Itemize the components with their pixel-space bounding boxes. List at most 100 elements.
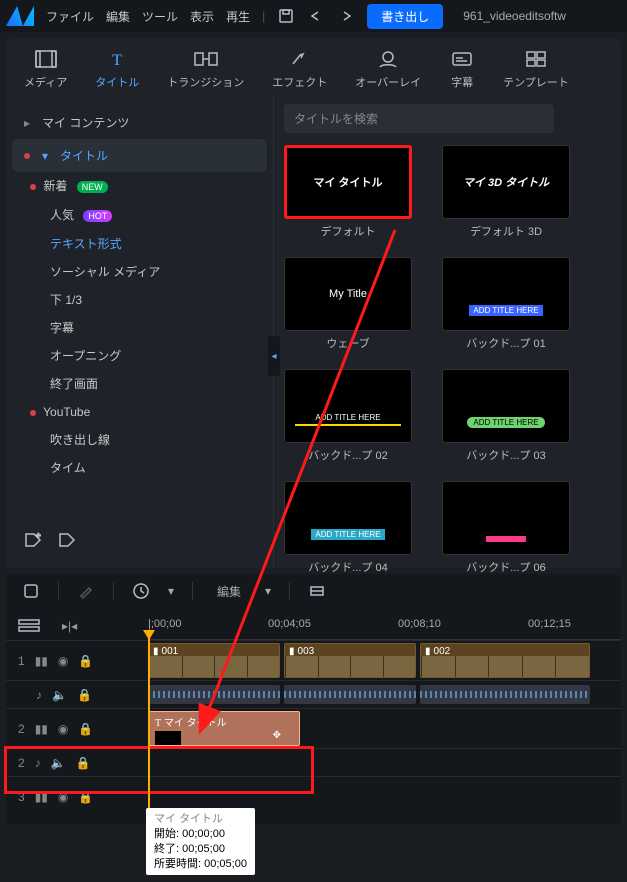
sidebar: ▸ マイ コンテンツ ▾ タイトル 新着 NEW 人気 HOT テキスト形式 ソ… (6, 96, 274, 568)
video-clip[interactable]: ▮001 (148, 643, 280, 678)
brush-tool-icon[interactable] (77, 582, 95, 600)
video-track-icon[interactable]: ▮▮ (35, 790, 48, 804)
tab-overlay[interactable]: オーバーレイ (355, 48, 421, 90)
tab-template[interactable]: テンプレート (503, 48, 569, 90)
video-track-icon[interactable]: ▮▮ (35, 722, 48, 736)
tab-transition[interactable]: トランジション (167, 48, 244, 90)
audio-track-icon[interactable]: ♪ (35, 756, 41, 770)
tab-subtitle[interactable]: 字幕 (449, 48, 475, 90)
save-icon[interactable] (277, 7, 295, 25)
mute-icon[interactable]: 🔈 (51, 756, 66, 770)
sidebar-footer: + (6, 522, 273, 558)
chevron-down-icon[interactable]: ▾ (168, 584, 174, 598)
snap-toggle-icon[interactable]: ▸|◂ (62, 619, 77, 633)
track-lane[interactable]: T マイ タイトル ✥ (148, 709, 621, 748)
sidebar-sub-popular[interactable]: 人気 HOT (6, 201, 273, 230)
title-thumb-default[interactable]: マイ タイトル デフォルト (284, 145, 412, 239)
select-tool-icon[interactable] (22, 582, 40, 600)
visibility-icon[interactable]: ◉ (58, 790, 68, 804)
tag-add-icon[interactable]: + (24, 532, 44, 548)
export-button[interactable]: 書き出し (367, 4, 443, 29)
undo-icon[interactable] (307, 7, 325, 25)
sidebar-sub-textstyle[interactable]: テキスト形式 (6, 230, 273, 258)
subtitle-icon (449, 48, 475, 70)
sidebar-sub-youtube[interactable]: YouTube (6, 398, 273, 426)
sidebar-sub-label: テキスト形式 (50, 237, 122, 251)
redo-icon[interactable] (337, 7, 355, 25)
title-thumb-backdrop01[interactable]: ADD TITLE HERE バックド...プ 01 (442, 257, 570, 351)
sidebar-sub-opening[interactable]: オープニング (6, 342, 273, 370)
tab-title[interactable]: T タイトル (95, 48, 139, 90)
sidebar-sub-ending[interactable]: 終了画面 (6, 370, 273, 398)
thumb-label: バックド...プ 01 (466, 335, 545, 351)
title-thumb-default3d[interactable]: マイ 3D タイトル デフォルト 3D (442, 145, 570, 239)
thumb-label: バックド...プ 06 (466, 559, 545, 575)
audio-clip[interactable] (284, 685, 416, 704)
menu-view[interactable]: 表示 (190, 8, 214, 25)
track-video-3: 3 ▮▮ ◉ 🔒 (6, 776, 621, 816)
sidebar-sub-callout[interactable]: 吹き出し線 (6, 426, 273, 454)
media-icon (33, 48, 59, 70)
time-ruler[interactable]: |;00;00 00;04;05 00;08;10 00;12;15 (148, 612, 621, 640)
title-thumb-wave[interactable]: My Title ウェーブ (284, 257, 412, 351)
title-thumb-backdrop02[interactable]: ADD TITLE HERE バックド...プ 02 (284, 369, 412, 463)
menu-divider: | (262, 9, 265, 23)
mute-icon[interactable]: 🔈 (52, 688, 67, 702)
menu-tool[interactable]: ツール (142, 8, 178, 25)
lock-icon[interactable]: 🔒 (78, 790, 93, 804)
lock-icon[interactable]: 🔒 (78, 654, 93, 668)
sidebar-sub-social[interactable]: ソーシャル メディア (6, 258, 273, 286)
sidebar-sub-time[interactable]: タイム (6, 454, 273, 482)
visibility-icon[interactable]: ◉ (58, 722, 68, 736)
sidebar-sub-subtitle[interactable]: 字幕 (6, 314, 273, 342)
keyframe-icon[interactable] (308, 582, 326, 600)
audio-track-icon[interactable]: ♪ (36, 688, 42, 702)
app-logo-icon (6, 6, 34, 26)
tab-media[interactable]: メディア (24, 48, 67, 90)
sidebar-sub-new[interactable]: 新着 NEW (6, 172, 273, 201)
playhead[interactable] (148, 638, 150, 824)
badge-hot: HOT (83, 210, 112, 222)
menu-edit[interactable]: 編集 (106, 8, 130, 25)
title-thumb-backdrop03[interactable]: ADD TITLE HERE バックド...プ 03 (442, 369, 570, 463)
lock-icon[interactable]: 🔒 (78, 722, 93, 736)
thumb-label: デフォルト 3D (470, 223, 542, 239)
sidebar-sub-lower3[interactable]: 下 1/3 (6, 286, 273, 314)
lock-icon[interactable]: 🔒 (77, 688, 92, 702)
visibility-icon[interactable]: ◉ (58, 654, 68, 668)
track-header-icon[interactable] (18, 619, 40, 633)
tab-title-label: タイトル (95, 74, 139, 90)
ruler-tick: 00;12;15 (528, 618, 571, 630)
audio-clip[interactable] (148, 685, 280, 704)
title-clip[interactable]: T マイ タイトル ✥ (148, 711, 300, 746)
audio-clip[interactable] (420, 685, 590, 704)
sidebar-sub-label: 字幕 (50, 321, 74, 335)
tag-icon[interactable] (58, 532, 78, 548)
history-icon[interactable] (132, 582, 150, 600)
video-clip[interactable]: ▮003 (284, 643, 416, 678)
panel-collapse-icon[interactable]: ◂ (268, 336, 280, 376)
chevron-right-icon: ▸ (24, 116, 34, 130)
cursor-drop-icon: ✥ (273, 730, 281, 741)
video-clip[interactable]: ▮002 (420, 643, 590, 678)
edit-menu[interactable]: 編集 (211, 583, 247, 600)
thumb-preview-text: ADD TITLE HERE (467, 417, 544, 428)
tab-effect[interactable]: エフェクト (272, 48, 327, 90)
track-lane[interactable] (148, 681, 621, 708)
title-thumb-backdrop06[interactable]: バックド...プ 06 (442, 481, 570, 575)
title-clip-label: マイ タイトル (164, 718, 227, 729)
track-lane[interactable] (148, 749, 621, 776)
lock-icon[interactable]: 🔒 (76, 756, 91, 770)
sidebar-item-title[interactable]: ▾ タイトル (12, 139, 267, 172)
menu-file[interactable]: ファイル (46, 8, 94, 25)
chevron-down-icon[interactable]: ▾ (265, 584, 271, 598)
menu-play[interactable]: 再生 (226, 8, 250, 25)
search-input[interactable]: タイトルを検索 (284, 104, 554, 133)
svg-text:T: T (112, 52, 122, 68)
sidebar-item-mycontents[interactable]: ▸ マイ コンテンツ (6, 106, 273, 139)
overlay-icon (375, 48, 401, 70)
video-track-icon[interactable]: ▮▮ (35, 654, 48, 668)
title-thumb-backdrop04[interactable]: ADD TITLE HERE バックド...プ 04 (284, 481, 412, 575)
track-lane[interactable]: ▮001 ▮003 ▮002 (148, 641, 621, 680)
ruler-tick: |;00;00 (148, 618, 181, 630)
